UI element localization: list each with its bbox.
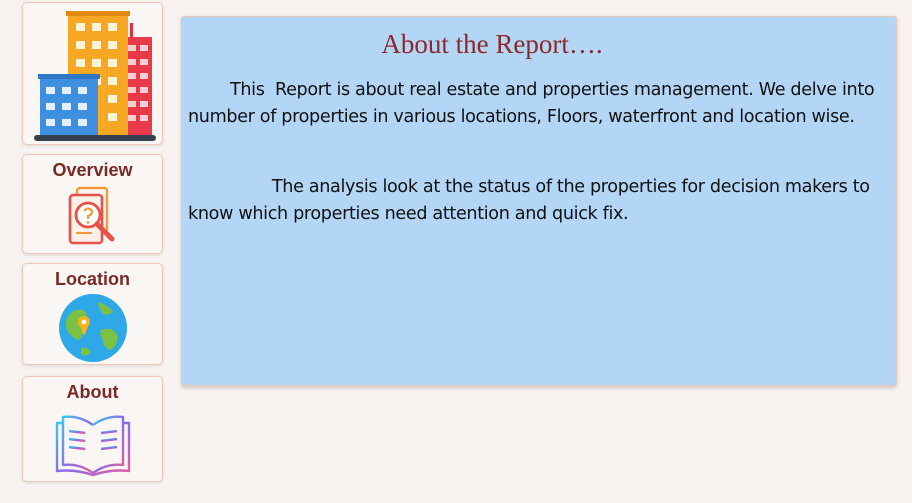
nav-location-button[interactable]: Location — [22, 263, 163, 365]
panel-title: About the Report…. — [381, 29, 603, 59]
panel-paragraph-analysis: The analysis look at the status of the p… — [188, 177, 875, 224]
report-magnifier-icon — [68, 186, 114, 245]
nav-about-label: About — [66, 382, 119, 402]
panel-paragraph-intro: This Report is about real estate and pro… — [188, 80, 880, 127]
nav-overview-label: Overview — [52, 160, 133, 180]
nav-overview-button[interactable]: Overview — [22, 154, 163, 254]
open-book-icon — [55, 415, 130, 477]
globe-pin-icon — [58, 294, 127, 362]
nav-home-button[interactable] — [22, 2, 163, 145]
buildings-icon — [33, 11, 156, 141]
about-report-panel: About the Report…. This Report is about … — [181, 16, 897, 386]
nav-location-label: Location — [55, 269, 130, 289]
nav-about-button[interactable]: About — [22, 376, 163, 482]
